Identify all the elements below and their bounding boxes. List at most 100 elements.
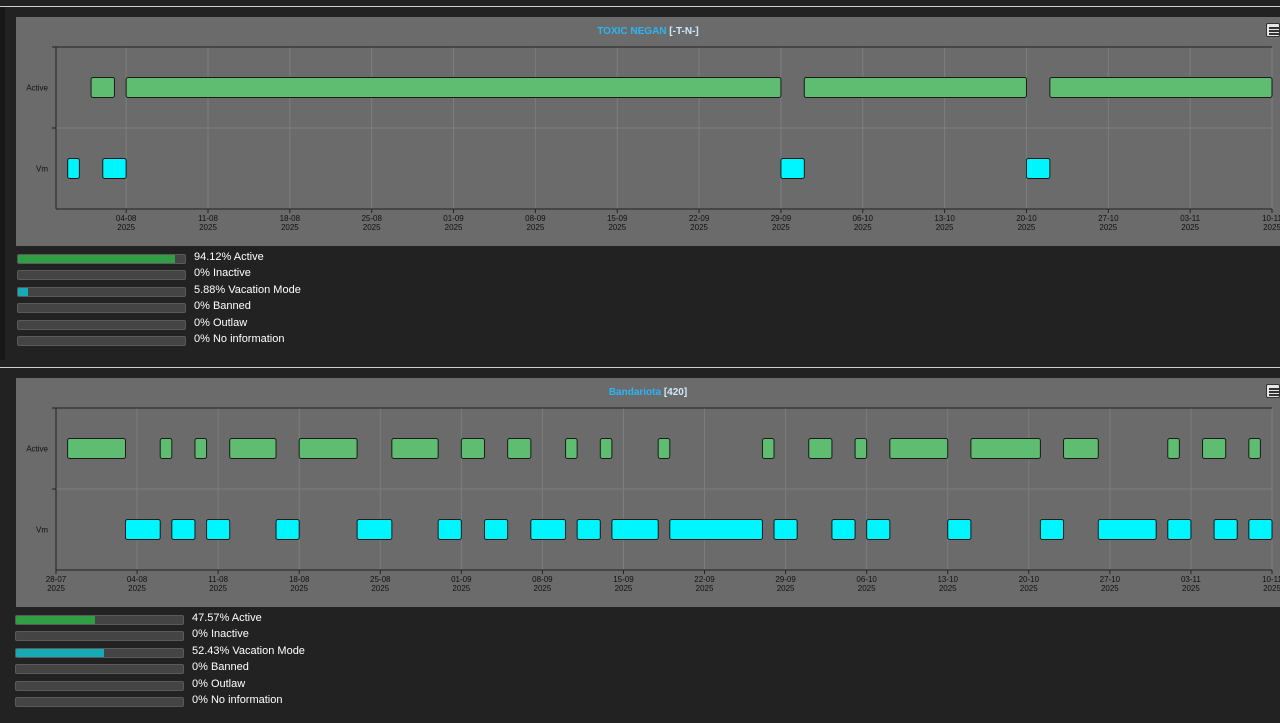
legend-row: 94.12% Active xyxy=(17,251,437,265)
active-segment[interactable] xyxy=(889,438,949,459)
vacation-segment[interactable] xyxy=(611,519,659,540)
legend-row: 0% Outlaw xyxy=(17,317,437,331)
hamburger-icon-line xyxy=(1269,394,1279,396)
x-tick-year: 2025 xyxy=(1182,584,1200,593)
x-tick-year: 2025 xyxy=(615,584,633,593)
row-label: Active xyxy=(26,445,48,454)
vacation-segment[interactable] xyxy=(206,519,231,540)
x-tick-year: 2025 xyxy=(608,223,626,232)
vacation-segment[interactable] xyxy=(773,519,798,540)
legend-row: 0% Banned xyxy=(17,300,437,314)
x-tick-year: 2025 xyxy=(199,223,217,232)
vacation-segment[interactable] xyxy=(275,519,300,540)
hamburger-icon xyxy=(1269,27,1279,29)
active-segment[interactable] xyxy=(565,438,578,459)
x-tick-label: 15-09 xyxy=(607,214,628,223)
active-segment[interactable] xyxy=(1049,77,1273,98)
progress-fill xyxy=(16,616,96,624)
active-segment[interactable] xyxy=(194,438,208,459)
alliance-tag: [420] xyxy=(661,387,687,398)
vacation-segment[interactable] xyxy=(1167,519,1192,540)
vacation-segment[interactable] xyxy=(437,519,462,540)
active-segment[interactable] xyxy=(1167,438,1180,459)
active-segment[interactable] xyxy=(229,438,277,459)
vacation-segment[interactable] xyxy=(1025,158,1051,179)
legend-row: 0% No information xyxy=(15,694,435,708)
x-tick-year: 2025 xyxy=(534,584,552,593)
player-name: TOXIC NEGAN xyxy=(597,26,666,37)
vacation-segment[interactable] xyxy=(780,158,805,179)
legend-label: 0% Banned xyxy=(192,661,249,674)
x-tick-year: 2025 xyxy=(1181,223,1199,232)
section-divider xyxy=(0,367,1280,368)
active-segment[interactable] xyxy=(1202,438,1227,459)
active-segment[interactable] xyxy=(657,438,671,459)
x-tick-label: 20-10 xyxy=(1019,575,1040,584)
legend-label: 0% Banned xyxy=(194,300,251,313)
progress-bar xyxy=(17,336,186,346)
x-tick-label: 28-07 xyxy=(46,575,67,584)
x-tick-year: 2025 xyxy=(452,584,470,593)
vacation-segment[interactable] xyxy=(171,519,196,540)
active-segment[interactable] xyxy=(803,77,1027,98)
vacation-segment[interactable] xyxy=(1248,519,1273,540)
active-segment[interactable] xyxy=(970,438,1041,459)
progress-bar xyxy=(15,664,184,675)
x-tick-label: 03-11 xyxy=(1181,575,1201,584)
active-segment[interactable] xyxy=(298,438,358,459)
x-tick-year: 2025 xyxy=(854,223,872,232)
active-segment[interactable] xyxy=(507,438,532,459)
vacation-segment[interactable] xyxy=(576,519,601,540)
active-segment[interactable] xyxy=(460,438,485,459)
x-tick-year: 2025 xyxy=(371,584,389,593)
vacation-segment[interactable] xyxy=(1039,519,1065,540)
vacation-segment[interactable] xyxy=(1097,519,1157,540)
chart-title: Bandariota [420] xyxy=(609,387,687,398)
x-tick-label: 11-08 xyxy=(198,214,218,223)
chart-menu-button[interactable] xyxy=(1266,23,1280,37)
legend-label: 47.57% Active xyxy=(192,612,262,624)
legend-row: 0% Banned xyxy=(15,661,435,675)
active-segment[interactable] xyxy=(761,438,775,459)
x-tick-label: 22-09 xyxy=(689,214,710,223)
active-segment[interactable] xyxy=(391,438,439,459)
legend-label: 0% No information xyxy=(192,694,283,706)
x-tick-label: 01-09 xyxy=(451,575,472,584)
x-tick-label: 13-10 xyxy=(934,214,955,223)
vacation-segment[interactable] xyxy=(831,519,856,540)
x-tick-label: 25-08 xyxy=(361,214,382,223)
x-tick-label: 08-09 xyxy=(532,575,553,584)
legend-label: 0% Inactive xyxy=(192,628,249,641)
vacation-segment[interactable] xyxy=(356,519,393,540)
active-segment[interactable] xyxy=(808,438,833,459)
active-segment[interactable] xyxy=(125,77,782,98)
vacation-segment[interactable] xyxy=(866,519,891,540)
vacation-segment[interactable] xyxy=(530,519,567,540)
legend-row: 52.43% Vacation Mode xyxy=(15,645,435,659)
vacation-segment[interactable] xyxy=(67,158,80,179)
active-segment[interactable] xyxy=(90,77,115,98)
active-segment[interactable] xyxy=(1063,438,1099,459)
x-tick-year: 2025 xyxy=(290,584,308,593)
vacation-segment[interactable] xyxy=(669,519,763,540)
x-tick-year: 2025 xyxy=(1099,223,1117,232)
x-tick-year: 2025 xyxy=(936,223,954,232)
chart-menu-button[interactable] xyxy=(1266,384,1280,398)
active-segment[interactable] xyxy=(159,438,173,459)
legend-row: 0% Outlaw xyxy=(15,678,435,692)
active-segment[interactable] xyxy=(854,438,868,459)
x-tick-label: 06-10 xyxy=(856,575,877,584)
vacation-segment[interactable] xyxy=(102,158,127,179)
vacation-segment[interactable] xyxy=(124,519,161,540)
active-segment[interactable] xyxy=(67,438,126,459)
progress-bar xyxy=(17,286,186,297)
vacation-segment[interactable] xyxy=(483,519,509,540)
legend-label: 0% Inactive xyxy=(194,267,251,280)
x-tick-year: 2025 xyxy=(690,223,708,232)
vacation-segment[interactable] xyxy=(947,519,972,540)
x-tick-year: 2025 xyxy=(1263,584,1280,593)
active-segment[interactable] xyxy=(1248,438,1261,459)
active-segment[interactable] xyxy=(599,438,613,459)
vacation-segment[interactable] xyxy=(1213,519,1238,540)
row-label: Vm xyxy=(36,526,48,535)
